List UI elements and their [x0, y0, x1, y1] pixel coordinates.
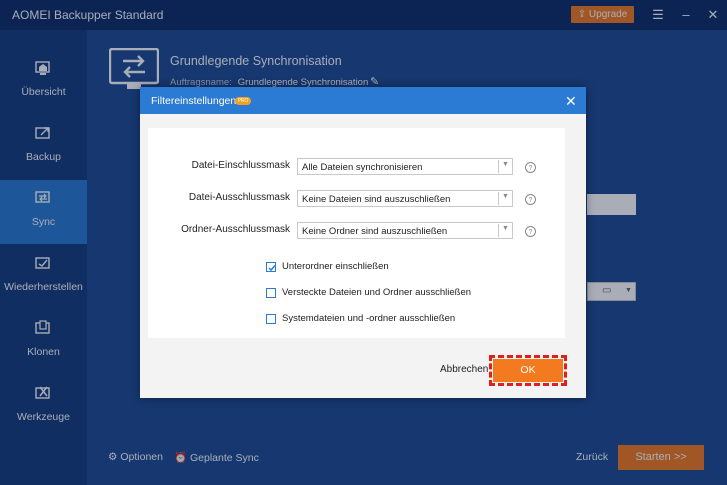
select-divider: [498, 192, 499, 205]
include-mask-label: Datei-Einschlussmask: [191, 160, 290, 171]
pro-badge: PRO: [235, 97, 251, 105]
help-icon[interactable]: ?: [525, 226, 536, 237]
check-icon: [268, 265, 276, 272]
chevron-down-icon[interactable]: ▼: [502, 193, 509, 200]
exclude-file-mask-select[interactable]: Keine Dateien sind auszuschließen ▼: [297, 190, 513, 207]
include-subfolders-checkbox[interactable]: [266, 262, 276, 272]
exclude-folder-mask-label: Ordner-Ausschlussmask: [181, 224, 290, 235]
filter-panel: Datei-Einschlussmask Alle Dateien synchr…: [148, 128, 565, 338]
select-divider: [498, 224, 499, 237]
close-icon[interactable]: ✕: [565, 93, 577, 110]
chevron-down-icon[interactable]: ▼: [502, 161, 509, 168]
cancel-button[interactable]: Abbrechen: [440, 364, 488, 375]
exclude-hidden-label: Versteckte Dateien und Ordner ausschließ…: [282, 287, 472, 298]
ok-button[interactable]: OK: [493, 359, 563, 382]
exclude-file-mask-label: Datei-Ausschlussmask: [188, 192, 290, 203]
help-icon[interactable]: ?: [525, 162, 536, 173]
exclude-system-label: Systemdateien und -ordner ausschließen: [282, 313, 456, 324]
include-mask-value: Alle Dateien synchronisieren: [302, 162, 423, 173]
exclude-system-checkbox[interactable]: [266, 314, 276, 324]
chevron-down-icon[interactable]: ▼: [502, 225, 509, 232]
dialog-header: Filtereinstellungen PRO ✕: [140, 87, 586, 114]
select-divider: [498, 160, 499, 173]
exclude-file-mask-value: Keine Dateien sind auszuschließen: [302, 194, 451, 205]
include-subfolders-label: Unterordner einschließen: [282, 261, 389, 272]
help-icon[interactable]: ?: [525, 194, 536, 205]
exclude-folder-mask-select[interactable]: Keine Ordner sind auszuschließen ▼: [297, 222, 513, 239]
filter-settings-dialog: Filtereinstellungen PRO ✕ Datei-Einschlu…: [140, 87, 586, 398]
include-mask-select[interactable]: Alle Dateien synchronisieren ▼: [297, 158, 513, 175]
exclude-folder-mask-value: Keine Ordner sind auszuschließen: [302, 226, 448, 237]
dialog-title: Filtereinstellungen: [151, 95, 237, 107]
exclude-hidden-checkbox[interactable]: [266, 288, 276, 298]
